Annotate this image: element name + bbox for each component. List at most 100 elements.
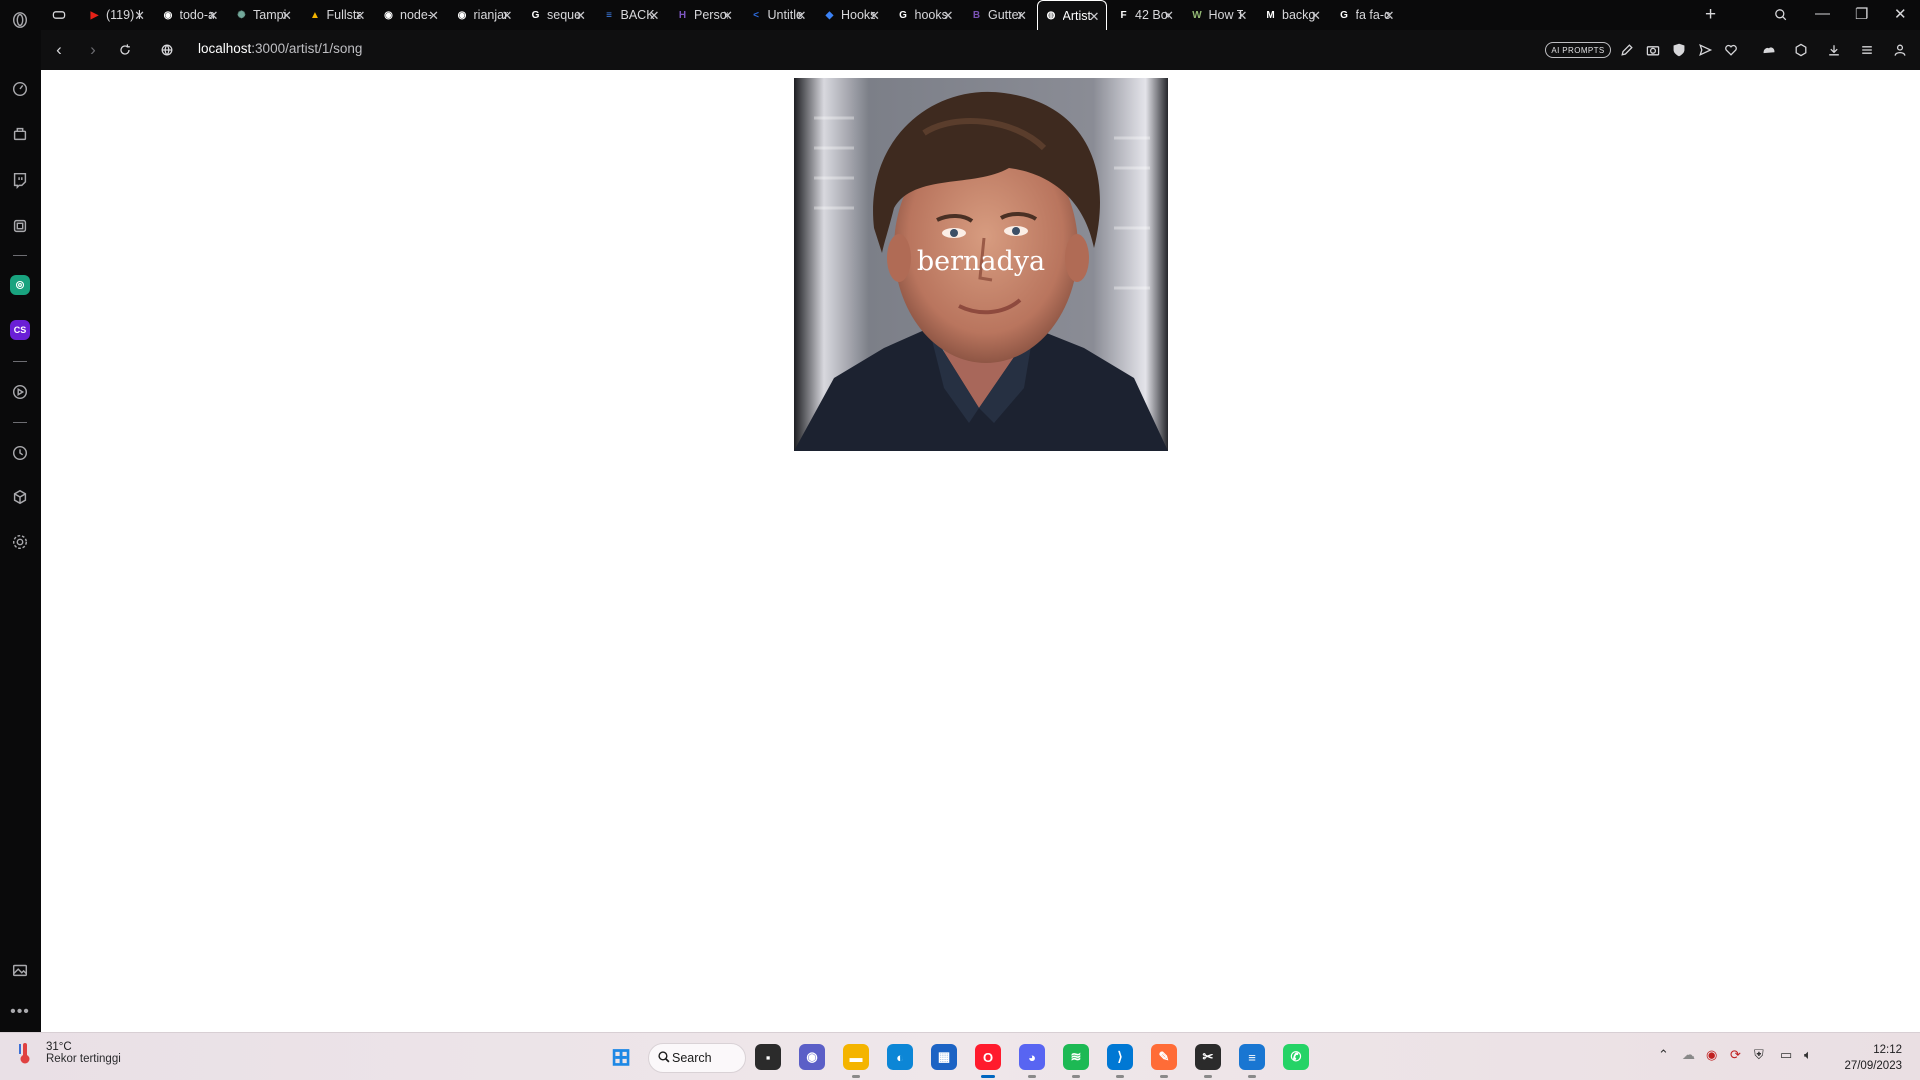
close-tab-icon[interactable]: ✕ bbox=[281, 8, 292, 24]
close-window-icon[interactable]: ✕ bbox=[1894, 5, 1907, 23]
tray-sync-icon[interactable]: ⟳ bbox=[1730, 1047, 1741, 1063]
artist-card[interactable]: bernadya bbox=[794, 78, 1168, 451]
close-tab-icon[interactable]: ✕ bbox=[208, 8, 219, 24]
whatsapp-icon[interactable]: ✆ bbox=[1283, 1044, 1309, 1070]
close-tab-icon[interactable]: ✕ bbox=[1089, 9, 1100, 25]
browser-tab[interactable]: W How T ✕ bbox=[1184, 0, 1254, 30]
shield-icon[interactable] bbox=[1669, 40, 1689, 60]
more-icon[interactable]: ••• bbox=[8, 1000, 32, 1024]
snipping-icon[interactable]: ✂ bbox=[1195, 1044, 1221, 1078]
speed-dial-icon[interactable] bbox=[8, 77, 32, 101]
browser-tab[interactable]: < Untitle ✕ bbox=[743, 0, 813, 30]
gallery-icon[interactable] bbox=[8, 958, 32, 982]
close-tab-icon[interactable]: ✕ bbox=[575, 8, 586, 24]
player-icon[interactable] bbox=[8, 380, 32, 404]
close-tab-icon[interactable]: ✕ bbox=[943, 8, 954, 24]
browser-tab[interactable]: ◍ Artist ✕ bbox=[1036, 0, 1107, 30]
windows-start-icon[interactable]: ⊞ bbox=[608, 1044, 634, 1071]
browser-tab[interactable]: ◉ rianjan ✕ bbox=[449, 0, 519, 30]
close-tab-icon[interactable]: ✕ bbox=[1310, 8, 1321, 24]
tray-overflow-icon[interactable]: ⌃ bbox=[1658, 1047, 1669, 1063]
close-tab-icon[interactable]: ✕ bbox=[1016, 8, 1027, 24]
twitch-icon[interactable] bbox=[8, 168, 32, 192]
close-tab-icon[interactable]: ✕ bbox=[1384, 8, 1395, 24]
close-tab-icon[interactable]: ✕ bbox=[502, 8, 513, 24]
close-tab-icon[interactable]: ✕ bbox=[649, 8, 660, 24]
opera-icon[interactable]: O bbox=[975, 1044, 1001, 1078]
browser-tab[interactable]: F42 Boc✕ bbox=[1110, 0, 1180, 30]
chatgpt-icon[interactable] bbox=[10, 275, 30, 295]
restore-icon[interactable]: ❐ bbox=[1855, 5, 1868, 23]
minimize-icon[interactable]: — bbox=[1815, 5, 1830, 22]
vpn-icon[interactable] bbox=[1759, 40, 1779, 60]
chatgpt-icon: ✺ bbox=[237, 9, 246, 21]
postman-icon[interactable]: ✎ bbox=[1151, 1044, 1177, 1078]
crypto-wallet-icon[interactable] bbox=[1791, 40, 1811, 60]
opera-menu-icon[interactable] bbox=[8, 8, 32, 32]
spotify-icon[interactable]: ≋ bbox=[1063, 1044, 1089, 1078]
heart-icon[interactable] bbox=[1721, 40, 1741, 60]
close-tab-icon[interactable]: ✕ bbox=[1237, 8, 1248, 24]
browser-tab[interactable]: ◆ Hooks ✕ bbox=[816, 0, 886, 30]
edit-icon[interactable] bbox=[1617, 40, 1637, 60]
workspaces-icon[interactable] bbox=[8, 122, 32, 146]
tray-shield-icon[interactable]: ⛨ bbox=[1754, 1047, 1764, 1063]
browser-tab[interactable]: Gfa fa-c ✕ bbox=[1331, 0, 1401, 30]
task-view-icon[interactable]: ▪ bbox=[755, 1044, 781, 1070]
discord-icon[interactable]: ◕ bbox=[1019, 1044, 1045, 1078]
browser-window: CS ••• ▶ (119) I ✕ ◉ todo-a ✕ ✺ Tampil ✕ ▲ Fullsta… bbox=[0, 0, 1920, 1080]
edge-icon[interactable]: ◐ bbox=[887, 1044, 913, 1070]
close-tab-icon[interactable]: ✕ bbox=[796, 8, 807, 24]
tab-menu-icon[interactable] bbox=[49, 5, 69, 25]
close-tab-icon[interactable]: ✕ bbox=[722, 8, 733, 24]
site-info-icon[interactable] bbox=[157, 40, 177, 60]
browser-tab[interactable]: HPerson✕ bbox=[669, 0, 739, 30]
browser-tab[interactable]: ✺ Tampil ✕ bbox=[228, 0, 298, 30]
browser-tab[interactable]: B Gutter ✕ bbox=[963, 0, 1033, 30]
close-tab-icon[interactable]: ✕ bbox=[134, 8, 145, 24]
system-clock[interactable]: 12:12 27/09/2023 bbox=[1844, 1042, 1902, 1074]
tab-search-icon[interactable] bbox=[1771, 5, 1791, 25]
tray-opera-icon[interactable]: ◉ bbox=[1706, 1047, 1717, 1063]
taskbar-search[interactable]: Search bbox=[648, 1043, 746, 1073]
close-tab-icon[interactable]: ✕ bbox=[1163, 8, 1174, 24]
weather-widget[interactable]: 31°C Rekor tertinggi bbox=[18, 1041, 121, 1065]
notepad-icon[interactable]: ≡ bbox=[1239, 1044, 1265, 1078]
close-tab-icon[interactable]: ✕ bbox=[355, 8, 366, 24]
browser-tab[interactable]: ◉ node- ✕ bbox=[375, 0, 445, 30]
history-icon[interactable] bbox=[8, 441, 32, 465]
chatsonic-icon[interactable]: CS bbox=[10, 320, 30, 340]
forward-icon[interactable]: › bbox=[83, 40, 103, 60]
onedrive-icon[interactable]: ☁ bbox=[1682, 1047, 1695, 1063]
browser-tab[interactable]: Mbackg ✕ bbox=[1257, 0, 1327, 30]
downloads-icon[interactable] bbox=[1824, 40, 1844, 60]
browser-tab[interactable]: ▲ Fullsta ✕ bbox=[302, 0, 372, 30]
browser-tab[interactable]: ▶ (119) I ✕ bbox=[81, 0, 151, 30]
easy-setup-icon[interactable] bbox=[1857, 40, 1877, 60]
profile-icon[interactable] bbox=[1890, 40, 1910, 60]
reload-icon[interactable] bbox=[115, 40, 135, 60]
clock-time: 12:12 bbox=[1873, 1044, 1902, 1056]
settings-icon[interactable] bbox=[8, 530, 32, 554]
ai-prompts-button[interactable]: AI PROMPTS bbox=[1545, 42, 1611, 58]
cube-icon[interactable] bbox=[8, 485, 32, 509]
browser-tab[interactable]: ≡ BACK ✕ bbox=[596, 0, 666, 30]
browser-tab[interactable]: Ghooks ✕ bbox=[890, 0, 960, 30]
vscode-icon[interactable]: ⟩ bbox=[1107, 1044, 1133, 1078]
send-icon[interactable] bbox=[1695, 40, 1715, 60]
new-tab-icon[interactable]: + bbox=[1705, 4, 1716, 26]
network-icon[interactable]: ▭ bbox=[1780, 1047, 1792, 1063]
back-icon[interactable]: ‹ bbox=[49, 40, 69, 60]
teams-meet-icon[interactable]: ◉ bbox=[799, 1044, 825, 1070]
file-explorer-icon[interactable]: ▬ bbox=[843, 1044, 869, 1078]
extensions-icon[interactable] bbox=[8, 214, 32, 238]
close-tab-icon[interactable]: ✕ bbox=[869, 8, 880, 24]
store-icon[interactable]: ▦ bbox=[931, 1044, 957, 1070]
browser-tab[interactable]: Gsequel ✕ bbox=[522, 0, 592, 30]
snapshot-icon[interactable] bbox=[1643, 40, 1663, 60]
address-field[interactable]: localhost:3000/artist/1/song bbox=[198, 41, 362, 56]
search-icon bbox=[657, 1050, 671, 1067]
browser-tab[interactable]: ◉ todo-a ✕ bbox=[155, 0, 225, 30]
volume-icon[interactable]: 🔈︎ bbox=[1804, 1047, 1812, 1063]
close-tab-icon[interactable]: ✕ bbox=[428, 8, 439, 24]
